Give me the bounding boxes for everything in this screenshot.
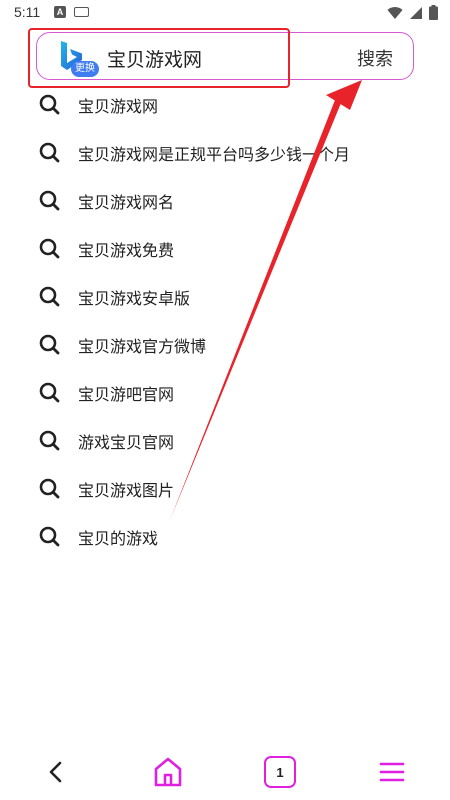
chevron-left-icon <box>49 761 62 783</box>
tabs-button[interactable]: 1 <box>260 752 300 792</box>
notification-icon: A <box>54 6 66 18</box>
menu-button[interactable] <box>372 752 412 792</box>
suggestion-text: 游戏宝贝官网 <box>78 433 175 452</box>
home-button[interactable] <box>148 752 188 792</box>
suggestion-item[interactable]: 宝贝游戏图片 <box>0 464 450 512</box>
battery-icon <box>429 5 438 20</box>
suggestion-item[interactable]: 游戏宝贝官网 <box>0 416 450 464</box>
keyboard-icon <box>74 7 89 17</box>
status-bar: 5:11 A <box>0 0 450 26</box>
suggestion-list: 宝贝游戏网 宝贝游戏网是正规平台吗多少钱一个月 宝贝游戏网名 宝贝游戏免费 宝贝… <box>0 80 450 560</box>
suggestion-item[interactable]: 宝贝游戏官方微博 <box>0 320 450 368</box>
search-icon <box>39 382 60 403</box>
suggestion-item[interactable]: 宝贝游戏网名 <box>0 176 450 224</box>
search-icon <box>39 94 60 115</box>
suggestion-item[interactable]: 宝贝游戏免费 <box>0 224 450 272</box>
status-icons <box>387 5 438 20</box>
search-icon <box>39 142 60 163</box>
search-icon <box>39 526 60 547</box>
suggestion-item[interactable]: 宝贝的游戏 <box>0 512 450 560</box>
suggestion-text: 宝贝游戏网名 <box>78 193 175 212</box>
tab-count: 1 <box>276 764 284 780</box>
suggestion-text: 宝贝游戏网 <box>78 97 159 116</box>
search-button[interactable]: 搜索 <box>357 45 393 71</box>
suggestion-text: 宝贝游戏官方微博 <box>78 337 207 356</box>
bottom-nav: 1 <box>0 740 450 800</box>
suggestion-text: 宝贝游戏安卓版 <box>78 289 191 308</box>
search-bar[interactable]: 更换 宝贝游戏网 搜索 <box>36 32 414 80</box>
suggestion-text: 宝贝游吧官网 <box>78 385 175 404</box>
tabs-icon: 1 <box>264 756 296 788</box>
suggestion-text: 宝贝游戏免费 <box>78 241 175 260</box>
search-icon <box>39 286 60 307</box>
suggestion-item[interactable]: 宝贝游戏网 <box>0 80 450 128</box>
suggestion-item[interactable]: 宝贝游戏安卓版 <box>0 272 450 320</box>
search-icon <box>39 190 60 211</box>
menu-icon <box>379 762 405 782</box>
suggestion-text: 宝贝的游戏 <box>78 529 159 548</box>
signal-icon <box>410 6 422 19</box>
search-icon <box>39 238 60 259</box>
wifi-icon <box>387 6 403 19</box>
search-icon <box>39 334 60 355</box>
switch-engine-badge[interactable]: 更换 <box>71 61 99 77</box>
suggestion-item[interactable]: 宝贝游吧官网 <box>0 368 450 416</box>
home-icon <box>154 757 182 787</box>
suggestion-text: 宝贝游戏网是正规平台吗多少钱一个月 <box>78 145 351 164</box>
search-icon <box>39 478 60 499</box>
search-input[interactable]: 宝贝游戏网 <box>107 45 202 72</box>
suggestion-text: 宝贝游戏图片 <box>78 481 175 500</box>
status-time: 5:11 <box>14 4 41 20</box>
suggestion-item[interactable]: 宝贝游戏网是正规平台吗多少钱一个月 <box>0 128 450 176</box>
back-button[interactable] <box>36 752 76 792</box>
search-icon <box>39 430 60 451</box>
